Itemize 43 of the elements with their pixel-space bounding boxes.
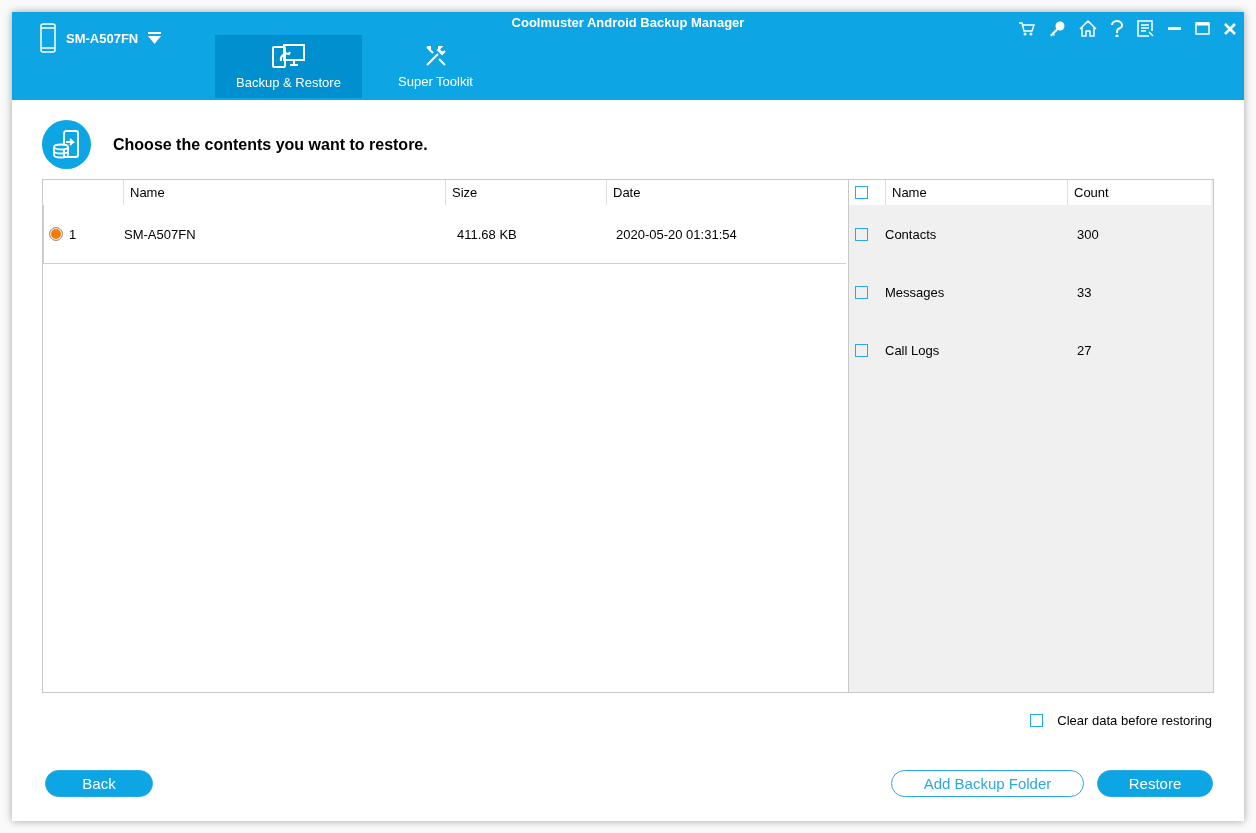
add-folder-button[interactable]: Add Backup Folder bbox=[891, 770, 1084, 797]
table-cell-text: Call Logs bbox=[885, 342, 941, 358]
maximize-icon[interactable] bbox=[1195, 22, 1210, 35]
table-cell-text: Messages bbox=[885, 284, 946, 300]
checkbox[interactable] bbox=[1030, 714, 1044, 727]
close-icon[interactable] bbox=[1224, 22, 1236, 35]
restore-badge-icon bbox=[42, 120, 91, 169]
table-cell-text: 2020-05-20 01:31:54 bbox=[616, 226, 738, 242]
table-cell: 1 bbox=[69, 226, 77, 242]
column-header: Size bbox=[452, 185, 478, 200]
table-cell-text: 33 bbox=[1076, 284, 1093, 300]
nav-tab[interactable]: Super Toolkit bbox=[362, 35, 509, 98]
checkbox-label: Clear data before restoring bbox=[1057, 713, 1212, 728]
table-cell-text: Contacts bbox=[885, 226, 938, 242]
cart-icon[interactable] bbox=[1019, 21, 1035, 36]
column-header: Count bbox=[1074, 185, 1109, 200]
tools-icon bbox=[423, 44, 448, 68]
dropdown-icon[interactable] bbox=[148, 32, 162, 44]
column-header: Date bbox=[613, 185, 641, 200]
radio-button[interactable] bbox=[49, 227, 63, 241]
checkbox[interactable] bbox=[855, 227, 868, 241]
checkbox[interactable] bbox=[855, 285, 868, 299]
column-header: Name bbox=[130, 185, 165, 200]
help-icon[interactable] bbox=[1111, 20, 1123, 37]
backup-row[interactable]: 1 SM-A507FN 411.68 KB 2020-05-20 01:31:54 bbox=[43, 205, 846, 264]
phone-icon bbox=[40, 23, 56, 53]
key-icon[interactable] bbox=[1049, 20, 1065, 37]
home-icon[interactable] bbox=[1079, 20, 1097, 37]
restore-button[interactable]: Restore bbox=[1097, 770, 1213, 797]
column-header: Name bbox=[892, 185, 927, 200]
table-cell-text: 411.68 KB bbox=[457, 226, 518, 242]
devices-sync-icon bbox=[271, 43, 306, 69]
table-cell-text: 27 bbox=[1076, 342, 1093, 358]
select-all-checkbox[interactable] bbox=[855, 186, 868, 199]
window-title: Coolmuster Android Backup Manager bbox=[511, 15, 745, 30]
table-cell-text: 300 bbox=[1076, 226, 1100, 242]
nav-tab[interactable]: Backup & Restore bbox=[215, 35, 362, 98]
feedback-icon[interactable] bbox=[1137, 20, 1154, 37]
page-heading: Choose the contents you want to restore. bbox=[113, 135, 428, 154]
device-name: SM-A507FN bbox=[66, 30, 139, 46]
table-cell-text: SM-A507FN bbox=[124, 226, 197, 242]
checkbox[interactable] bbox=[855, 343, 868, 357]
back-button[interactable]: Back bbox=[45, 770, 153, 797]
